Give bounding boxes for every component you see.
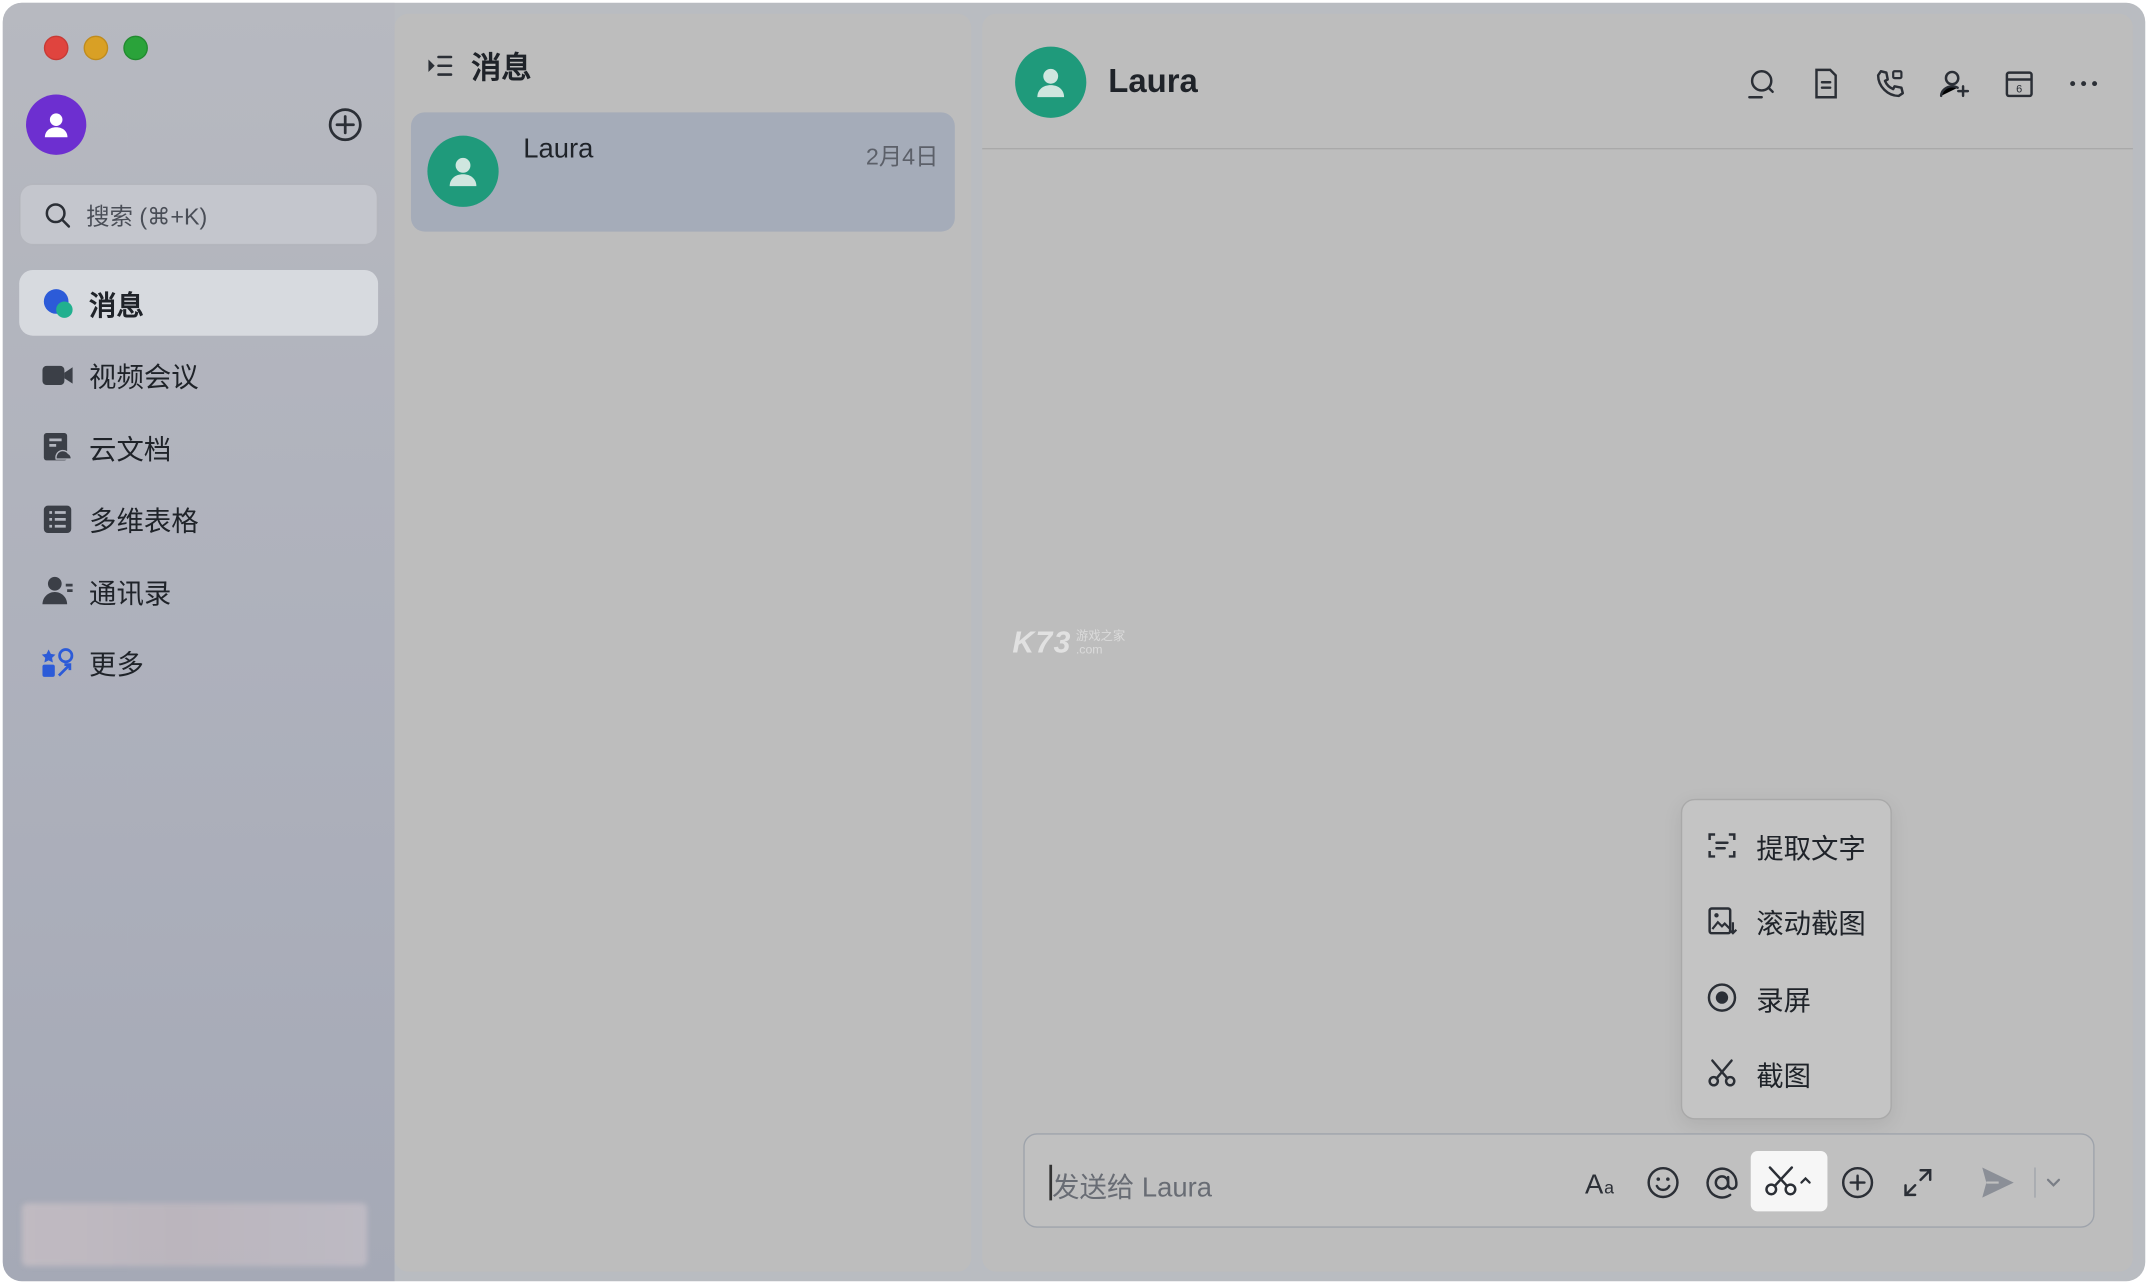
chat-bubbles-icon [40,285,76,321]
sidebar-item-label: 通讯录 [89,578,172,610]
window-zoom-button[interactable] [123,35,148,61]
menu-item-label: 录屏 [1756,985,1812,1017]
sidebar-nav: 消息 视频会议 云文档 多维表格 通讯录 更多 [19,269,379,702]
watermark-sub: 游戏之家 .com [1076,629,1125,656]
add-icon [1841,1166,1874,1199]
watermark-sub2: .com [1075,642,1103,657]
svg-text:6: 6 [2016,83,2022,95]
calendar-icon: 6 [2005,71,2033,98]
search-icon [45,202,71,228]
send-separator [2034,1167,2036,1198]
sidebar: 搜索 (⌘+K) 消息 视频会议 云文档 多维表格 通讯录 更多 [2,2,395,1282]
sidebar-item-cloud-docs[interactable]: 云文档 [19,414,378,480]
contact-avatar[interactable] [1015,46,1087,118]
add-member-icon [1939,70,1970,98]
apps-more-icon [40,645,76,681]
conversation-name: Laura [523,134,594,165]
extract-text-icon [1704,828,1740,864]
screenshot-menu: 提取文字 滚动截图 录屏 截图 [1680,798,1892,1120]
watermark-main: K73 [1012,624,1072,660]
phone-call-icon [1876,70,1905,98]
expand-composer-button[interactable] [1897,1162,1938,1203]
search-placeholder: 搜索 (⌘+K) [86,204,208,231]
docs-button[interactable] [1808,66,1844,102]
chevron-down-icon [2046,1178,2061,1187]
mention-button[interactable] [1701,1162,1742,1203]
list-title: 消息 [471,50,532,85]
scissors-icon [1704,1055,1740,1091]
blurred-user-info [21,1203,368,1267]
conversation-date: 2月4日 [865,143,939,170]
menu-item-record-screen[interactable]: 录屏 [1704,970,1811,1025]
person-icon [449,157,477,187]
person-icon [1037,68,1065,98]
sidebar-item-messages[interactable]: 消息 [19,269,379,336]
call-button[interactable] [1873,66,1909,102]
menu-item-extract-text[interactable]: 提取文字 [1704,818,1866,873]
sidebar-item-contacts[interactable]: 通讯录 [19,558,378,624]
send-icon [1982,1167,2014,1198]
text-format-icon: A a [1585,1169,1614,1200]
expand-icon [1904,1169,1932,1197]
cloud-docs-icon [40,429,76,465]
composer-placeholder: 发送给 Laura [1052,1172,1212,1204]
conversation-list-panel: 消息 Laura 2月4日 [394,13,972,1272]
person-icon [44,113,68,138]
sidebar-item-label: 云文档 [89,435,172,466]
send-button[interactable] [1977,1162,2018,1203]
sidebar-item-bitable[interactable]: 多维表格 [19,486,378,552]
sidebar-item-label: 视频会议 [89,363,199,394]
menu-item-label: 截图 [1756,1061,1812,1092]
text-caret [1049,1164,1052,1201]
collapse-sidebar-icon[interactable] [425,51,455,81]
sidebar-item-video-meeting[interactable]: 视频会议 [19,342,378,408]
sidebar-item-label: 多维表格 [89,507,199,538]
sidebar-item-label: 更多 [89,650,144,682]
screenshot-icon [1765,1166,1811,1196]
window-close-button[interactable] [43,35,69,61]
svg-text:A: A [1585,1169,1604,1200]
chat-header: Laura 6 [982,14,2133,150]
message-composer[interactable]: 发送给 Laura A a [1023,1133,2095,1228]
contacts-icon [40,573,76,609]
calendar-button[interactable]: 6 [2001,66,2037,102]
scroll-capture-icon [1704,903,1740,939]
sidebar-item-label: 消息 [89,291,144,322]
conversation-item[interactable]: Laura 2月4日 [410,112,955,232]
screenshot-button[interactable] [1750,1151,1828,1212]
table-icon [40,501,76,537]
list-header: 消息 [425,44,532,88]
svg-text:a: a [1604,1178,1614,1198]
contact-name: Laura [1108,63,1198,101]
search-chat-button[interactable] [1744,66,1780,102]
my-avatar[interactable] [26,94,87,155]
menu-item-label: 提取文字 [1756,833,1866,864]
mention-icon [1706,1167,1738,1199]
emoji-icon [1647,1166,1679,1199]
conversation-avatar [427,135,499,207]
chat-panel: Laura 6 K73 游戏之家 .com 提取文字 滚动截图 录屏 截图 发送… [982,13,2133,1272]
search-chat-icon [1748,70,1774,99]
search-box[interactable]: 搜索 (⌘+K) [19,183,379,246]
watermark: K73 游戏之家 .com [1012,625,1125,661]
plus-circle-icon [328,108,362,142]
menu-item-label: 滚动截图 [1756,909,1866,940]
emoji-button[interactable] [1643,1162,1684,1203]
docs-icon [1815,68,1837,99]
add-button[interactable] [326,106,364,144]
video-camera-icon [40,357,76,393]
add-member-button[interactable] [1937,66,1973,102]
app-window: 搜索 (⌘+K) 消息 视频会议 云文档 多维表格 通讯录 更多 消息 Laur… [2,2,2146,1282]
record-screen-icon [1704,980,1740,1016]
sidebar-item-more[interactable]: 更多 [19,630,378,696]
watermark-sub1: 游戏之家 [1075,628,1126,643]
menu-item-scroll-capture[interactable]: 滚动截图 [1704,893,1866,948]
more-icon [2070,81,2098,87]
add-attachment-button[interactable] [1837,1162,1878,1203]
text-format-button[interactable]: A a [1582,1162,1623,1203]
menu-item-screenshot[interactable]: 截图 [1704,1046,1811,1101]
window-minimize-button[interactable] [83,35,109,61]
more-button[interactable] [2066,66,2102,102]
send-options-button[interactable] [2043,1162,2065,1203]
